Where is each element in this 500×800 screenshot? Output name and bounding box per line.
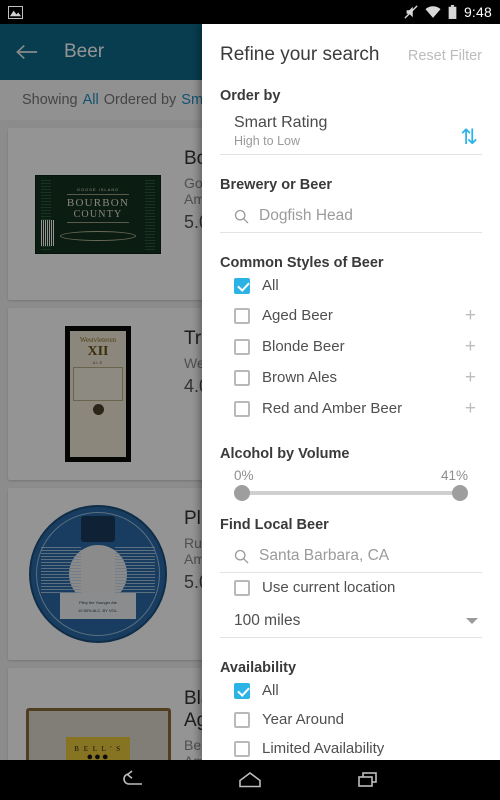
back-icon[interactable] bbox=[119, 770, 145, 790]
mute-icon bbox=[404, 5, 418, 19]
availability-section-title: Availability bbox=[220, 660, 297, 676]
device-screen: 9:48 Beer Showing All Ordered by Sma GOO… bbox=[0, 0, 500, 800]
battery-icon bbox=[448, 5, 457, 19]
abv-min-label: 0% bbox=[234, 468, 254, 483]
sort-direction-icon[interactable]: ⇅ bbox=[460, 127, 482, 148]
order-by-value: Smart Rating bbox=[234, 114, 328, 131]
order-by-direction: High to Low bbox=[234, 134, 301, 148]
status-bar-right: 9:48 bbox=[404, 4, 492, 20]
availability-item-label: Year Around bbox=[262, 711, 345, 728]
expand-plus-icon[interactable]: + bbox=[465, 368, 480, 387]
order-by-row[interactable]: Smart Rating High to Low ⇅ bbox=[220, 114, 482, 155]
home-icon[interactable] bbox=[237, 770, 263, 790]
distance-value: 100 miles bbox=[234, 612, 301, 629]
availability-item-all[interactable]: All bbox=[220, 676, 482, 705]
style-item-label: Brown Ales bbox=[262, 369, 338, 386]
expand-plus-icon[interactable]: + bbox=[465, 306, 480, 325]
chevron-down-icon[interactable] bbox=[466, 618, 478, 624]
search-icon bbox=[234, 549, 249, 564]
abv-max-label: 41% bbox=[440, 468, 468, 483]
status-bar-left bbox=[8, 5, 23, 19]
panel-content: Refine your search Reset Filter Order by… bbox=[202, 24, 500, 760]
availability-item-year-around[interactable]: Year Around bbox=[220, 705, 482, 734]
location-input[interactable]: Santa Barbara, CA bbox=[259, 547, 389, 565]
abv-range-labels: 0% 41% bbox=[234, 468, 468, 483]
status-bar-clock: 9:48 bbox=[463, 4, 492, 20]
styles-section-title: Common Styles of Beer bbox=[220, 255, 384, 271]
expand-plus-icon[interactable]: + bbox=[465, 399, 480, 418]
availability-item-label: Limited Availability bbox=[262, 740, 385, 757]
style-item-aged-beer[interactable]: Aged Beer + bbox=[220, 300, 482, 331]
brewery-or-beer-section-title: Brewery or Beer bbox=[220, 177, 333, 193]
wifi-icon bbox=[425, 5, 441, 18]
refine-search-panel: Refine your search Reset Filter Order by… bbox=[202, 24, 500, 760]
checkbox-icon[interactable] bbox=[234, 579, 250, 596]
checkbox-icon[interactable] bbox=[234, 338, 250, 355]
style-item-all[interactable]: All bbox=[220, 271, 482, 300]
checkbox-icon[interactable] bbox=[234, 277, 250, 294]
expand-plus-icon[interactable]: + bbox=[465, 337, 480, 356]
checkbox-icon[interactable] bbox=[234, 307, 250, 324]
checkbox-icon[interactable] bbox=[234, 369, 250, 386]
abv-slider[interactable]: 0% 41% bbox=[220, 462, 482, 501]
panel-header: Refine your search Reset Filter bbox=[220, 44, 482, 66]
abv-slider-thumb-min[interactable] bbox=[234, 485, 250, 501]
brewery-search-row[interactable]: Dogfish Head bbox=[220, 201, 482, 233]
abv-section-title: Alcohol by Volume bbox=[220, 446, 350, 462]
use-current-location-label: Use current location bbox=[262, 579, 396, 596]
style-item-label: Red and Amber Beer bbox=[262, 400, 403, 417]
panel-title: Refine your search bbox=[220, 44, 380, 65]
checkbox-icon[interactable] bbox=[234, 400, 250, 417]
use-current-location-row[interactable]: Use current location bbox=[220, 573, 482, 602]
order-by-values: Smart Rating High to Low bbox=[234, 114, 327, 148]
style-item-brown-ales[interactable]: Brown Ales + bbox=[220, 362, 482, 393]
distance-dropdown[interactable]: 100 miles bbox=[220, 606, 482, 638]
style-item-red-and-amber-beer[interactable]: Red and Amber Beer + bbox=[220, 393, 482, 424]
style-item-label: All bbox=[262, 277, 279, 294]
status-bar: 9:48 bbox=[0, 0, 500, 24]
style-item-blonde-beer[interactable]: Blonde Beer + bbox=[220, 331, 482, 362]
availability-item-limited-availability[interactable]: Limited Availability bbox=[220, 734, 482, 760]
style-item-label: Blonde Beer bbox=[262, 338, 345, 355]
abv-slider-thumb-max[interactable] bbox=[452, 485, 468, 501]
image-icon bbox=[8, 5, 23, 19]
order-by-section-title: Order by bbox=[220, 88, 281, 104]
checkbox-icon[interactable] bbox=[234, 682, 250, 699]
brewery-search-input[interactable]: Dogfish Head bbox=[259, 207, 353, 225]
abv-slider-track[interactable] bbox=[234, 485, 468, 501]
recents-icon[interactable] bbox=[355, 770, 381, 790]
local-section-title: Find Local Beer bbox=[220, 517, 329, 533]
checkbox-icon[interactable] bbox=[234, 711, 250, 728]
reset-filter-button[interactable]: Reset Filter bbox=[408, 48, 482, 64]
android-nav-bar bbox=[0, 760, 500, 800]
availability-item-label: All bbox=[262, 682, 279, 699]
location-search-row[interactable]: Santa Barbara, CA bbox=[220, 541, 482, 573]
style-item-label: Aged Beer bbox=[262, 307, 333, 324]
checkbox-icon[interactable] bbox=[234, 740, 250, 757]
search-icon bbox=[234, 209, 249, 224]
